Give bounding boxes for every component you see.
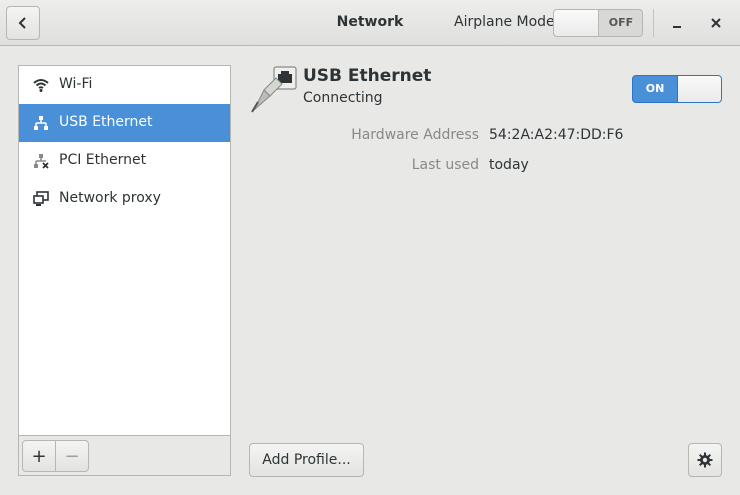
- wifi-icon: [33, 79, 49, 92]
- back-button[interactable]: [6, 6, 40, 40]
- page-title: Network: [336, 14, 404, 30]
- sidebar-item-label: Wi-Fi: [59, 76, 93, 92]
- usb-ethernet-icon: [251, 66, 297, 113]
- header-bar: Network Airplane Mode OFF: [0, 0, 740, 46]
- sidebar-item-usb-ethernet[interactable]: USB Ethernet: [19, 104, 230, 142]
- header-separator: [653, 9, 654, 37]
- wired-network-disconnected-icon: [34, 154, 49, 169]
- gear-icon: [697, 452, 713, 468]
- sidebar-item-pci-ethernet[interactable]: PCI Ethernet: [19, 142, 230, 180]
- device-status: Connecting: [303, 90, 383, 106]
- switch-slider: [677, 76, 721, 102]
- add-connection-button[interactable]: +: [22, 440, 56, 472]
- add-profile-button[interactable]: Add Profile...: [249, 443, 364, 477]
- sidebar-item-label: Network proxy: [59, 190, 161, 206]
- close-icon: [711, 18, 721, 28]
- sidebar-item-network-proxy[interactable]: Network proxy: [19, 180, 230, 218]
- minimize-icon: [673, 26, 681, 28]
- device-name: USB Ethernet: [303, 66, 432, 86]
- device-settings-button[interactable]: [688, 443, 722, 477]
- device-power-state: ON: [645, 82, 665, 95]
- last-used-label: Last used: [411, 157, 479, 173]
- minimize-button[interactable]: [662, 8, 692, 38]
- airplane-mode-label: Airplane Mode: [454, 14, 555, 30]
- sidebar-item-wifi[interactable]: Wi-Fi: [19, 66, 230, 104]
- device-power-switch[interactable]: ON: [632, 75, 722, 103]
- wired-network-icon: [34, 116, 48, 130]
- sidebar-item-label: USB Ethernet: [59, 114, 153, 130]
- list-toolbar: + −: [19, 435, 230, 475]
- chevron-left-icon: [18, 17, 26, 29]
- airplane-mode-switch[interactable]: OFF: [553, 9, 643, 37]
- sidebar-item-label: PCI Ethernet: [59, 152, 147, 168]
- hardware-address-label: Hardware Address: [351, 127, 479, 143]
- close-button[interactable]: [701, 8, 731, 38]
- network-proxy-icon: [33, 191, 49, 206]
- switch-slider: [554, 10, 599, 36]
- device-list: Wi-Fi USB Ethernet PCI Ethernet Network …: [18, 65, 231, 476]
- last-used-value: today: [489, 157, 529, 173]
- hardware-address-value: 54:2A:A2:47:DD:F6: [489, 127, 624, 143]
- airplane-mode-state: OFF: [608, 16, 634, 29]
- remove-connection-button[interactable]: −: [55, 440, 89, 472]
